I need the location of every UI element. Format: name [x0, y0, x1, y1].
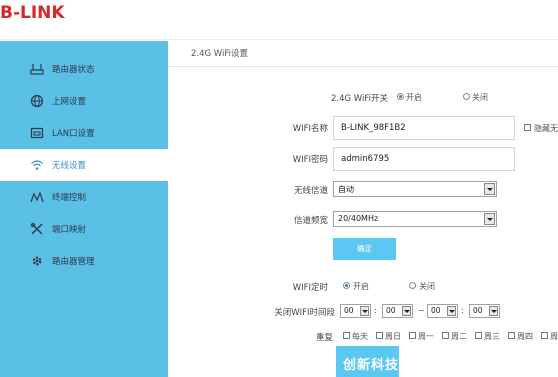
chevron-down-icon: [447, 306, 456, 316]
gear-icon: [32, 256, 42, 266]
day-label: 周三: [484, 332, 500, 341]
password-label: WIFI密码: [292, 155, 328, 165]
colon: :: [374, 306, 377, 315]
header: B-LINK: [0, 0, 558, 40]
wifi-on-label: 开启: [406, 93, 422, 102]
day-checkbox-wed[interactable]: [475, 332, 482, 339]
channel-select[interactable]: 自动: [333, 181, 497, 197]
logo-text: B-LINK: [0, 3, 65, 23]
brand-logo: B-LINK: [0, 3, 65, 23]
tools-icon: [30, 222, 43, 235]
repeat-label: 重复: [315, 333, 333, 343]
day-label: 周四: [517, 332, 533, 341]
sidebar-item-label: 终端控制: [52, 193, 87, 203]
timer-off-label: 关闭: [419, 282, 435, 291]
timer-on-label: 开启: [353, 282, 369, 291]
bandwidth-select[interactable]: 20/40MHz: [333, 211, 497, 227]
day-checkbox-tue[interactable]: [442, 332, 449, 339]
chevron-down-icon: [360, 306, 369, 316]
watermark: 创新科技: [343, 358, 400, 373]
wifi-off-label: 关闭: [472, 93, 488, 102]
sidebar-item-port-mapping[interactable]: 端口映射: [0, 213, 168, 245]
bandwidth-label: 信道频宽: [293, 216, 328, 226]
wifi-on-radio[interactable]: [397, 93, 404, 100]
sidebar-item-wireless[interactable]: 无线设置: [0, 149, 168, 181]
start-hour-value: 00: [344, 306, 354, 315]
start-minute-value: 00: [386, 306, 396, 315]
confirm-button[interactable]: 确定: [333, 238, 396, 260]
password-field[interactable]: admin6795: [333, 147, 515, 171]
wifi-icon: [31, 160, 43, 170]
sidebar-item-lan[interactable]: LAN口设置: [0, 117, 168, 149]
sidebar-item-internet[interactable]: 上网设置: [0, 85, 168, 117]
sidebar-item-label: 无线设置: [52, 161, 87, 171]
day-checkbox-everyday[interactable]: [343, 332, 350, 339]
sidebar-item-router-status[interactable]: 路由器状态: [0, 53, 168, 85]
hide-ssid-checkbox[interactable]: [524, 124, 531, 131]
bandwidth-value: 20/40MHz: [338, 214, 379, 223]
sidebar: 路由器状态 上网设置 LAN口设置 无线设置 终端控制 端口映射 路由器管理: [0, 41, 168, 377]
day-label: 周: [550, 332, 558, 341]
sidebar-item-label: 上网设置: [52, 97, 87, 107]
chevron-down-icon: [484, 183, 495, 195]
start-minute-select[interactable]: 00: [382, 304, 413, 318]
sidebar-item-label: LAN口设置: [52, 129, 95, 139]
sidebar-item-terminal-control[interactable]: 终端控制: [0, 181, 168, 213]
day-label: 周二: [451, 332, 467, 341]
timer-off-radio[interactable]: [409, 282, 416, 289]
signal-icon: [30, 191, 44, 203]
wifi-switch-label: 2.4G WiFi开关: [330, 94, 388, 104]
end-hour-value: 00: [431, 306, 441, 315]
sidebar-item-label: 路由器状态: [52, 65, 95, 75]
chevron-down-icon: [489, 306, 498, 316]
ssid-field[interactable]: B-LINK_98F1B2: [333, 116, 515, 140]
sidebar-item-router-management[interactable]: 路由器管理: [0, 245, 168, 277]
end-minute-value: 00: [473, 306, 483, 315]
chevron-down-icon: [484, 213, 495, 225]
hide-ssid-label: 隐藏无: [534, 124, 558, 133]
channel-value: 自动: [338, 185, 354, 194]
day-label: 每天: [352, 332, 368, 341]
day-label: 周日: [385, 332, 401, 341]
router-icon: [30, 64, 44, 75]
section-title: 2.4G WiFi设置: [191, 49, 249, 59]
divider: [168, 66, 558, 67]
globe-icon: [30, 94, 44, 108]
ssid-label: WIFI名称: [292, 124, 328, 134]
day-label: 周一: [418, 332, 434, 341]
lan-icon: [30, 127, 44, 139]
wifi-off-radio[interactable]: [463, 93, 470, 100]
timer-label: WIFI定时: [292, 283, 328, 293]
channel-label: 无线信道: [293, 186, 328, 196]
timer-on-radio[interactable]: [343, 282, 350, 289]
sidebar-item-label: 端口映射: [52, 225, 87, 235]
day-checkbox-fri[interactable]: [541, 332, 548, 339]
end-minute-select[interactable]: 00: [469, 304, 500, 318]
day-checkbox-mon[interactable]: [409, 332, 416, 339]
start-hour-select[interactable]: 00: [340, 304, 371, 318]
end-hour-select[interactable]: 00: [427, 304, 458, 318]
sidebar-item-label: 路由器管理: [52, 257, 95, 267]
chevron-down-icon: [402, 306, 411, 316]
colon: :: [461, 306, 464, 315]
day-checkbox-sun[interactable]: [376, 332, 383, 339]
off-period-label: 关闭WIFI时间段: [274, 308, 335, 318]
tilde: ~: [418, 306, 425, 315]
main-panel: 2.4G WiFi设置 2.4G WiFi开关 开启 关闭 WIFI名称 B-L…: [168, 41, 558, 377]
day-checkbox-thu[interactable]: [508, 332, 515, 339]
